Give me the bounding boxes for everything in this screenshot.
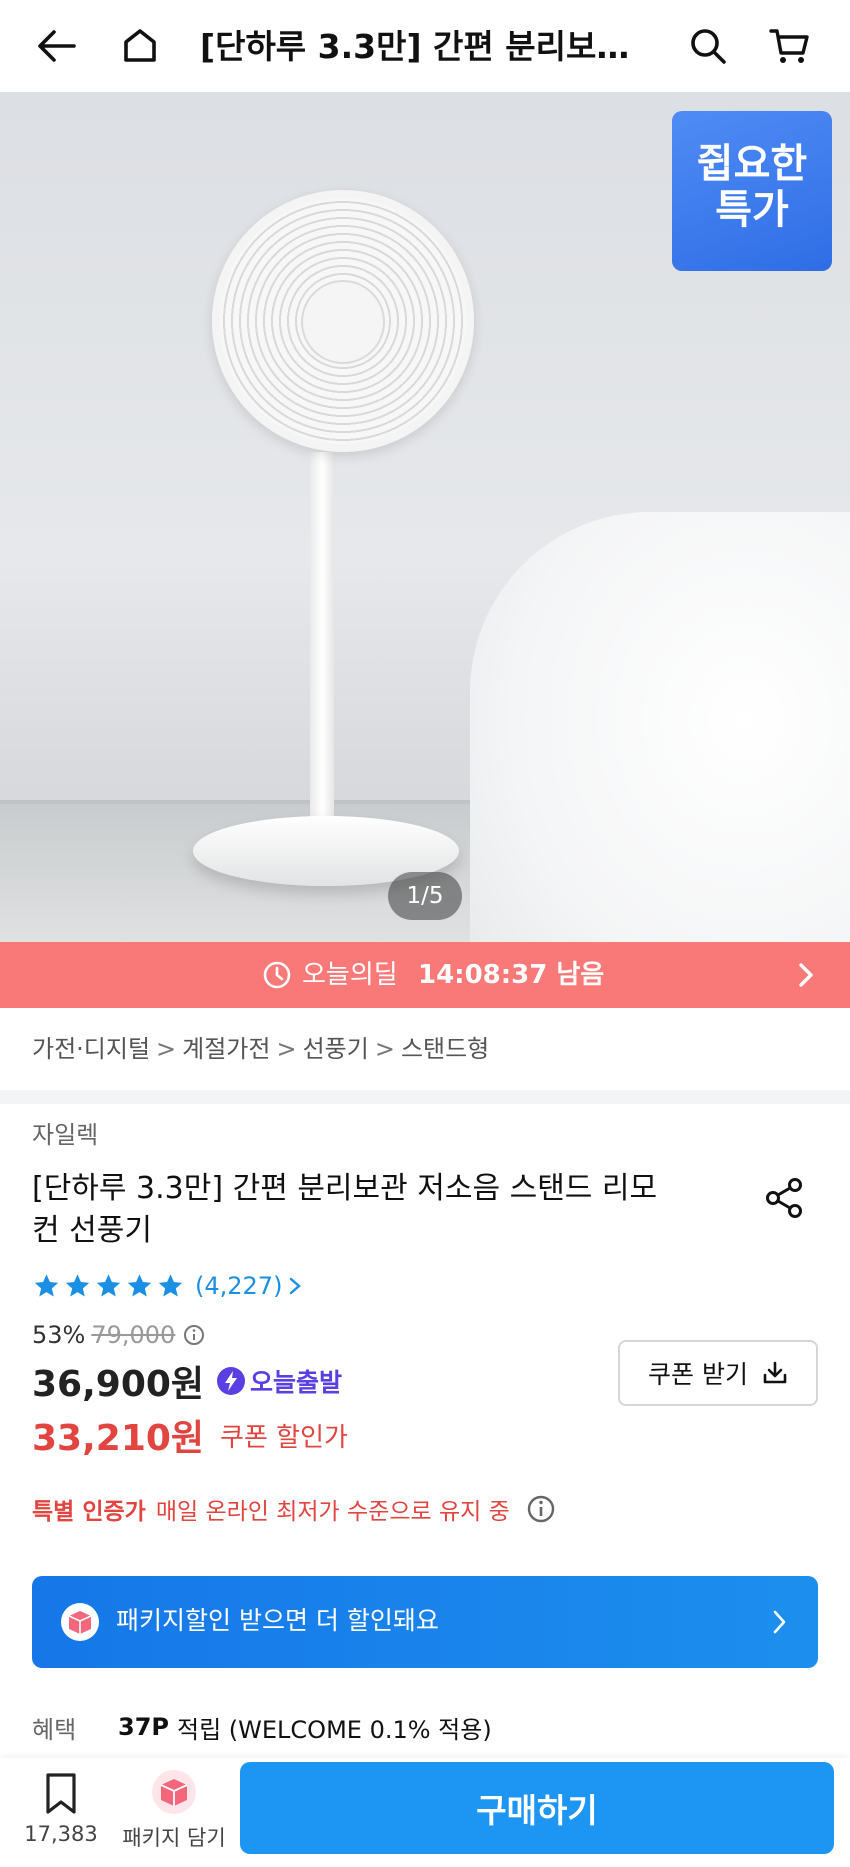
- brand-name[interactable]: 자일렉: [32, 1118, 98, 1152]
- clock-icon: [262, 960, 292, 990]
- benefit-label: 혜택: [32, 1715, 77, 1744]
- breadcrumb-item[interactable]: 스탠드형: [401, 1035, 489, 1063]
- deal-label: 오늘의딜: [302, 960, 398, 990]
- page-title: [단하루 3.3만] 간편 분리보관 저소음 스탠드 리모컨 선풍기: [200, 27, 650, 66]
- fan-hub: [303, 282, 383, 362]
- coupon-button-label: 쿠폰 받기: [648, 1360, 748, 1389]
- breadcrumb-item[interactable]: 가전·디지털: [32, 1035, 150, 1063]
- breadcrumb-separator: >: [374, 1035, 395, 1063]
- info-icon[interactable]: [526, 1494, 556, 1524]
- coupon-price-row: 33,210원 쿠폰 할인가: [32, 1412, 348, 1459]
- back-arrow-icon[interactable]: [32, 22, 80, 70]
- fan-pole: [310, 452, 334, 822]
- star-icon: [65, 1274, 90, 1297]
- package-box-icon: [61, 1603, 99, 1641]
- chevron-right-icon: [794, 960, 818, 990]
- package-add-label: 패키지 담기: [122, 1826, 226, 1850]
- share-icon[interactable]: [762, 1176, 806, 1220]
- certified-price-title: 특별 인증가: [32, 1499, 146, 1525]
- download-icon: [763, 1361, 787, 1384]
- badge-line2: 특가: [715, 187, 789, 233]
- coupon-download-button[interactable]: 쿠폰 받기: [618, 1340, 818, 1406]
- deal-countdown: 14:08:37 남음: [418, 960, 605, 990]
- star-icon: [158, 1274, 183, 1297]
- top-app-bar: [단하루 3.3만] 간편 분리보관 저소음 스탠드 리모컨 선풍기: [0, 0, 850, 92]
- package-banner-text: 패키지할인 받으면 더 할인돼요: [116, 1606, 439, 1635]
- cart-icon[interactable]: [766, 22, 814, 70]
- todays-deal-banner[interactable]: 오늘의딜 14:08:37 남음: [0, 942, 850, 1008]
- chevron-right-icon: [290, 1277, 302, 1295]
- info-icon[interactable]: [183, 1324, 205, 1346]
- buy-button[interactable]: 구매하기: [240, 1762, 834, 1854]
- wishlist-count: 17,383: [24, 1822, 98, 1846]
- benefit-row: 혜택 37P 적립 (WELCOME 0.1% 적용): [32, 1710, 492, 1744]
- badge-line1: 쥡요한: [696, 141, 808, 187]
- discount-percent: 53%: [32, 1321, 86, 1349]
- bed-image: [470, 512, 850, 942]
- breadcrumb-separator: >: [156, 1035, 177, 1063]
- star-icon: [34, 1274, 59, 1297]
- sale-price: 36,900원: [32, 1364, 205, 1405]
- package-add-button[interactable]: 패키지 담기: [116, 1768, 232, 1858]
- coupon-price: 33,210원: [32, 1418, 205, 1459]
- breadcrumb-item[interactable]: 계절가전: [182, 1035, 270, 1063]
- review-count: (4,227): [195, 1272, 283, 1300]
- breadcrumb-item[interactable]: 선풍기: [303, 1035, 369, 1063]
- wishlist-button[interactable]: 17,383: [16, 1768, 106, 1858]
- discount-row: 53% 79,000: [32, 1318, 205, 1352]
- bookmark-icon: [46, 1773, 76, 1814]
- star-icon: [127, 1274, 152, 1297]
- package-discount-banner[interactable]: 패키지할인 받으면 더 할인돼요: [32, 1576, 818, 1668]
- lightning-icon: [217, 1367, 246, 1395]
- product-title: [단하루 3.3만] 간편 분리보관 저소음 스탠드 리모컨 선풍기: [32, 1171, 658, 1248]
- package-box-icon: [152, 1770, 196, 1814]
- section-divider: [0, 1090, 850, 1104]
- certified-price-desc: 매일 온라인 최저가 수준으로 유지 중: [155, 1499, 510, 1525]
- benefit-text: 적립 (WELCOME 0.1% 적용): [177, 1715, 492, 1744]
- certified-price-row: 특별 인증가 매일 온라인 최저가 수준으로 유지 중: [32, 1492, 556, 1526]
- benefit-points: 37P: [118, 1713, 169, 1741]
- breadcrumb: 가전·디지털 > 계절가전 > 선풍기 > 스탠드형: [32, 1032, 495, 1066]
- special-deal-badge: 쥡요한 특가: [672, 111, 832, 271]
- rating-row[interactable]: (4,227): [32, 1268, 302, 1304]
- shipping-badge: 오늘출발: [216, 1363, 342, 1399]
- chevron-right-icon: [773, 1610, 786, 1634]
- home-icon[interactable]: [116, 22, 164, 70]
- breadcrumb-separator: >: [276, 1035, 297, 1063]
- shipping-badge-label: 오늘출발: [250, 1368, 343, 1397]
- image-counter: 1/5: [388, 872, 462, 920]
- coupon-price-label: 쿠폰 할인가: [220, 1422, 348, 1453]
- original-price: 79,000: [91, 1321, 176, 1349]
- price-row: 36,900원 오늘출발: [32, 1358, 342, 1405]
- search-icon[interactable]: [684, 22, 732, 70]
- star-icon: [96, 1274, 121, 1297]
